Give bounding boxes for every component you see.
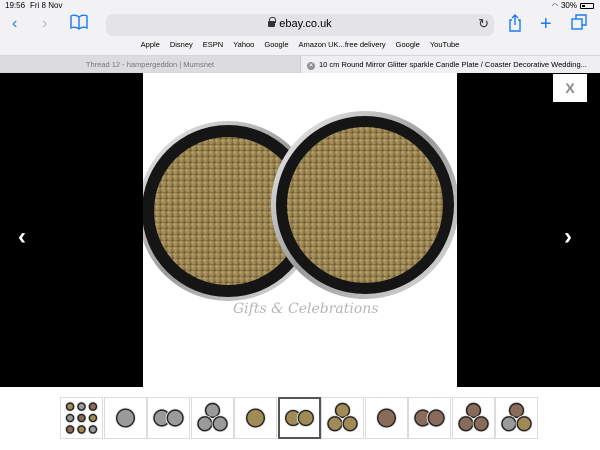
share-icon[interactable] bbox=[508, 14, 522, 38]
lock-icon bbox=[268, 17, 277, 27]
coaster-right bbox=[271, 111, 457, 299]
close-tab-icon[interactable]: ✕ bbox=[307, 62, 315, 70]
thumbnail-7[interactable] bbox=[321, 397, 364, 439]
favourite-link[interactable]: YouTube bbox=[430, 38, 459, 52]
address-bar[interactable]: ebay.co.uk ↻ bbox=[106, 14, 494, 36]
previous-image-icon[interactable]: ‹ bbox=[18, 223, 26, 251]
status-bar: 19:56 Fri 8 Nov ◠ 30% bbox=[0, 0, 600, 12]
thumbnail-image bbox=[64, 401, 99, 435]
chevron-right-icon[interactable]: › bbox=[42, 14, 47, 34]
thumbnail-image bbox=[500, 401, 533, 433]
favourite-link[interactable]: ESPN bbox=[203, 38, 223, 52]
chevron-left-icon[interactable]: ‹ bbox=[12, 14, 17, 34]
tab-label: Thread 12 - hampergeddon | Mumsnet bbox=[85, 60, 215, 69]
next-image-icon[interactable]: › bbox=[564, 223, 572, 251]
plus-icon[interactable]: + bbox=[540, 14, 552, 34]
battery-icon bbox=[580, 2, 594, 9]
favourite-link[interactable]: Yahoo bbox=[233, 38, 254, 52]
url-display: ebay.co.uk bbox=[106, 17, 494, 30]
thumbnail-image bbox=[114, 407, 136, 429]
tabs-icon[interactable] bbox=[571, 14, 587, 36]
favourite-link[interactable]: Disney bbox=[170, 38, 193, 52]
favourites-bar: Apple Disney ESPN Yahoo Google Amazon UK… bbox=[0, 38, 600, 52]
thumbnail-image bbox=[283, 408, 315, 428]
thumbnail-strip bbox=[0, 387, 600, 450]
thumbnail-image bbox=[245, 407, 266, 429]
safari-window: 19:56 Fri 8 Nov ◠ 30% ‹ › ebay.co.uk ↻ +… bbox=[0, 0, 600, 450]
thumbnail-image bbox=[456, 401, 490, 433]
thumbnail-image bbox=[413, 408, 446, 428]
tab-ebay[interactable]: ✕ 10 cm Round Mirror Glitter sparkle Cand… bbox=[300, 56, 600, 73]
reload-icon[interactable]: ↻ bbox=[478, 16, 489, 32]
book-icon[interactable] bbox=[70, 14, 88, 36]
favourite-link[interactable]: Amazon UK...free delivery bbox=[299, 38, 386, 52]
thumbnail-3[interactable] bbox=[147, 397, 190, 439]
thumbnail-11[interactable] bbox=[495, 397, 538, 439]
battery-percent: 30% bbox=[560, 1, 577, 10]
browser-toolbar: ‹ › ebay.co.uk ↻ + bbox=[0, 12, 600, 38]
thumbnail-10[interactable] bbox=[451, 397, 495, 439]
watermark-text: Gifts & Celebrations bbox=[233, 301, 379, 317]
favourite-link[interactable]: Google bbox=[396, 38, 420, 52]
url-text: ebay.co.uk bbox=[279, 18, 332, 30]
thumbnail-1[interactable] bbox=[60, 397, 103, 439]
thumbnail-4[interactable] bbox=[190, 397, 234, 439]
status-date: Fri 8 Nov bbox=[30, 1, 63, 10]
thumbnail-9[interactable] bbox=[408, 397, 451, 439]
thumbnail-8[interactable] bbox=[364, 397, 408, 439]
favourite-link[interactable]: Apple bbox=[141, 38, 160, 52]
wifi-icon: ◠ bbox=[551, 2, 558, 10]
thumbnail-image bbox=[195, 401, 229, 433]
thumbnail-image bbox=[326, 401, 359, 433]
status-right: ◠ 30% bbox=[552, 1, 594, 10]
thumbnail-6[interactable] bbox=[277, 397, 321, 439]
thumbnail-image bbox=[152, 408, 185, 428]
status-time: 19:56 bbox=[5, 1, 26, 10]
image-viewer: Gifts & Celebrations X ‹ › bbox=[0, 73, 600, 387]
tab-bar: Thread 12 - hampergeddon | Mumsnet ✕ 10 c… bbox=[0, 55, 600, 73]
tab-label: 10 cm Round Mirror Glitter sparkle Candl… bbox=[319, 60, 587, 69]
close-viewer-button[interactable]: X bbox=[553, 74, 587, 102]
product-image[interactable]: Gifts & Celebrations bbox=[143, 73, 457, 387]
thumbnail-2[interactable] bbox=[103, 397, 147, 439]
battery-level bbox=[582, 4, 585, 7]
tab-mumsnet[interactable]: Thread 12 - hampergeddon | Mumsnet bbox=[0, 56, 300, 73]
coaster-pair-image bbox=[143, 111, 457, 301]
thumbnail-5[interactable] bbox=[234, 397, 277, 439]
thumbnail-image bbox=[375, 407, 397, 429]
favourite-link[interactable]: Google bbox=[264, 38, 288, 52]
